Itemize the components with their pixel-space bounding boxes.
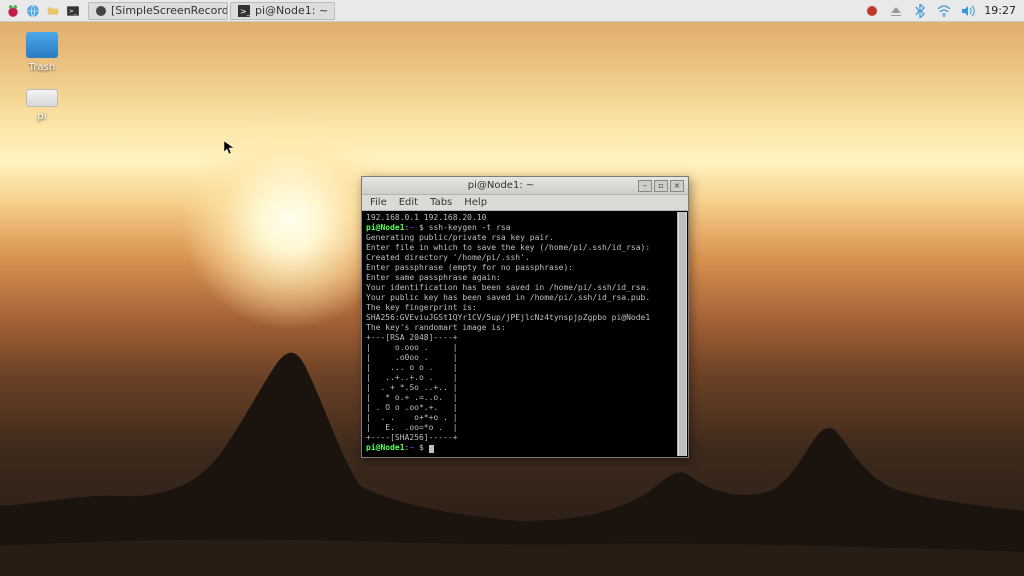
menu-file[interactable]: File — [370, 197, 387, 208]
svg-text:>_: >_ — [240, 7, 250, 16]
desktop-icons: Trash pi — [18, 32, 66, 122]
volume-icon[interactable] — [960, 3, 976, 19]
desktop-icon-label: Trash — [29, 62, 55, 73]
terminal-window[interactable]: pi@Node1: ~ – ▫ × File Edit Tabs Help 19… — [361, 176, 689, 458]
window-menubar: File Edit Tabs Help — [362, 195, 688, 211]
task-label: [SimpleScreenRecorde... — [111, 4, 228, 17]
drive-icon — [26, 89, 58, 107]
task-simplescreenrecorder[interactable]: [SimpleScreenRecorde... — [88, 2, 228, 20]
desktop-icon-label: pi — [37, 111, 46, 122]
record-indicator-icon[interactable] — [864, 3, 880, 19]
svg-text:>_: >_ — [69, 8, 77, 14]
eject-icon[interactable] — [888, 3, 904, 19]
web-browser-icon[interactable] — [24, 2, 42, 20]
terminal-launcher-icon[interactable]: >_ — [64, 2, 82, 20]
clock[interactable]: 19:27 — [984, 4, 1016, 17]
bluetooth-icon[interactable] — [912, 3, 928, 19]
terminal-content[interactable]: 192.168.0.1 192.168.20.10 pi@Node1:~ $ s… — [362, 211, 688, 457]
terminal-icon: >_ — [237, 4, 251, 18]
window-maximize-button[interactable]: ▫ — [654, 180, 668, 192]
file-manager-icon[interactable] — [44, 2, 62, 20]
terminal-scrollbar[interactable] — [677, 212, 687, 456]
desktop-drive-pi[interactable]: pi — [18, 89, 66, 122]
menu-edit[interactable]: Edit — [399, 197, 418, 208]
mouse-cursor — [224, 140, 234, 154]
task-label: pi@Node1: ~ — [255, 4, 328, 17]
task-terminal[interactable]: >_ pi@Node1: ~ — [230, 2, 335, 20]
wifi-icon[interactable] — [936, 3, 952, 19]
desktop-trash[interactable]: Trash — [18, 32, 66, 73]
window-titlebar[interactable]: pi@Node1: ~ – ▫ × — [362, 177, 688, 195]
scrollbar-thumb[interactable] — [679, 212, 686, 456]
taskbar: >_ [SimpleScreenRecorde... >_ pi@Node1: … — [0, 0, 1024, 22]
window-minimize-button[interactable]: – — [638, 180, 652, 192]
window-title: pi@Node1: ~ — [366, 180, 636, 191]
menu-help[interactable]: Help — [464, 197, 487, 208]
window-close-button[interactable]: × — [670, 180, 684, 192]
recorder-icon — [95, 4, 107, 18]
menu-raspberry-icon[interactable] — [4, 2, 22, 20]
trash-icon — [26, 32, 58, 58]
menu-tabs[interactable]: Tabs — [430, 197, 452, 208]
